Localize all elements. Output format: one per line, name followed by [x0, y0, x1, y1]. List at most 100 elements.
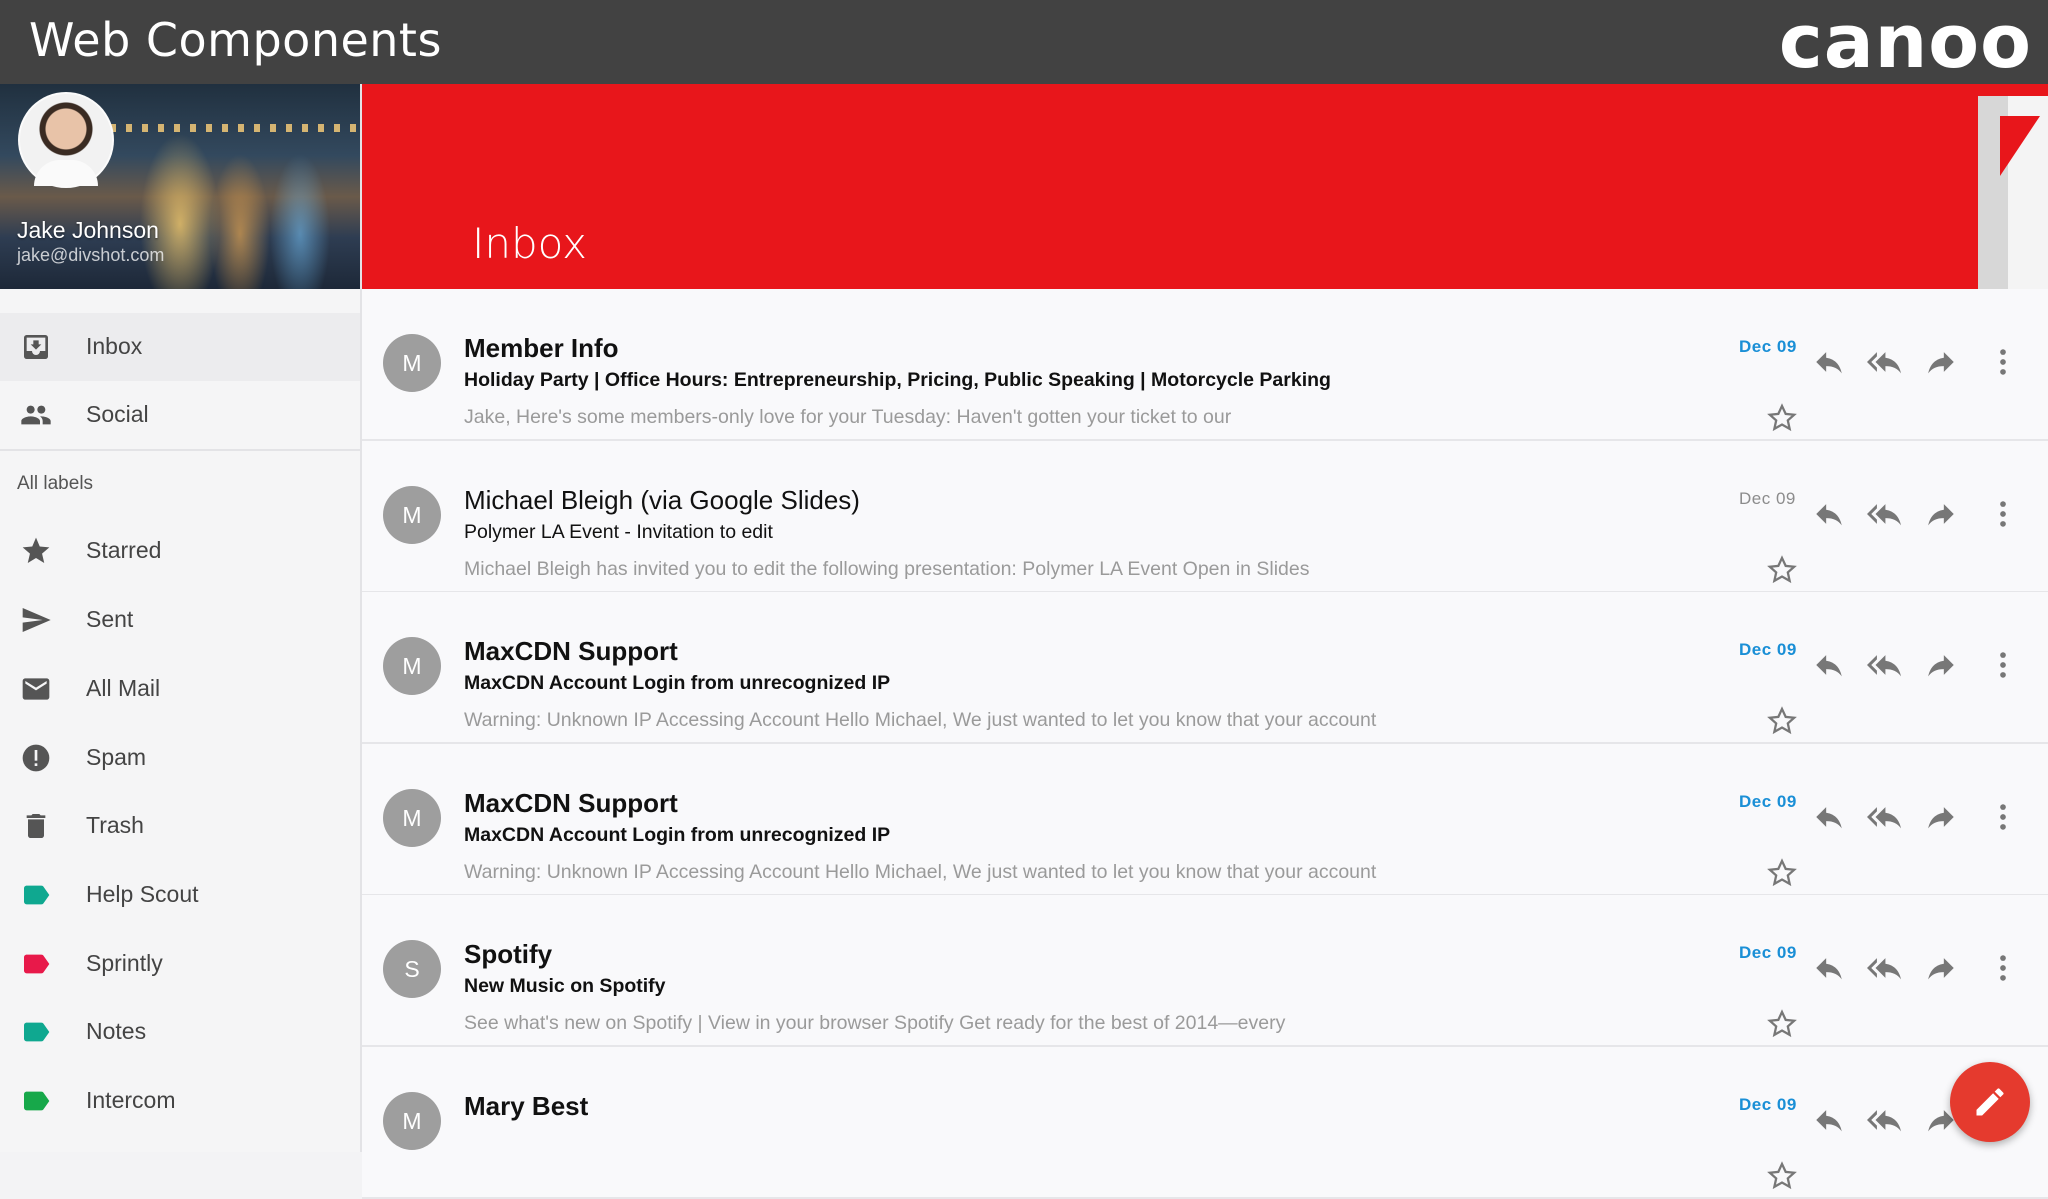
label-icon: [24, 1022, 50, 1042]
sidebar-item-label: Intercom: [86, 1087, 176, 1113]
email-sender: Member Info: [464, 333, 619, 363]
sidebar-item-label: Trash: [86, 812, 144, 838]
email-row[interactable]: M MaxCDN Support MaxCDN Account Login from…: [362, 592, 2048, 744]
email-list: M Member Info Holiday Party | Office Hours…: [362, 289, 2048, 1199]
reply-icon[interactable]: [1812, 497, 1846, 531]
gmail-logo: [1978, 96, 2048, 289]
email-date: Dec 09: [1739, 943, 1797, 962]
star-toggle-icon[interactable]: [1765, 704, 1799, 738]
email-sender: Spotify: [464, 939, 553, 969]
forward-icon[interactable]: [1924, 345, 1958, 379]
label-icon: [24, 885, 50, 905]
reply-icon[interactable]: [1812, 800, 1846, 834]
email-subject: MaxCDN Account Login from unrecognized I…: [464, 672, 891, 694]
sidebar-item-help-scout[interactable]: Help Scout: [0, 861, 360, 929]
star-toggle-icon[interactable]: [1765, 1159, 1799, 1193]
sidebar-item-label: Help Scout: [86, 881, 199, 907]
email-snippet: Michael Bleigh has invited you to edit t…: [464, 557, 1310, 580]
more-vert-icon[interactable]: [1986, 497, 2020, 531]
email-sender: Mary Best: [464, 1090, 589, 1121]
reply-all-icon[interactable]: [1867, 648, 1901, 682]
forward-icon[interactable]: [1924, 497, 1958, 531]
reply-icon[interactable]: [1812, 345, 1846, 379]
email-row[interactable]: M Michael Bleigh (via Google Slides) Polym…: [362, 440, 2048, 593]
email-snippet: See what's new on Spotify | View in your…: [464, 1012, 1286, 1034]
sidebar-item-label: Inbox: [86, 333, 143, 359]
more-vert-icon[interactable]: [1986, 345, 2020, 379]
sender-avatar: M: [383, 334, 441, 392]
forward-icon[interactable]: [1924, 951, 1958, 985]
trash-icon: [26, 814, 46, 838]
email-sender: Michael Bleigh (via Google Slides): [464, 484, 860, 515]
inbox-icon: [24, 335, 48, 359]
reply-all-icon[interactable]: [1867, 497, 1901, 531]
sender-avatar: M: [383, 637, 441, 695]
mail-icon: [22, 678, 50, 700]
sender-avatar: M: [383, 1091, 441, 1150]
sidebar-item-all-mail[interactable]: All Mail: [0, 655, 360, 723]
sidebar-item-starred[interactable]: Starred: [0, 517, 360, 585]
email-date: Dec 09: [1739, 488, 1796, 508]
more-vert-icon[interactable]: [1986, 951, 2020, 985]
email-row[interactable]: M MaxCDN Support MaxCDN Account Login from…: [362, 743, 2048, 896]
sidebar-item-spam[interactable]: Spam: [0, 724, 360, 792]
spam-icon: [22, 744, 50, 772]
sidebar-item-label: Sent: [86, 606, 134, 632]
email-row[interactable]: M Mary Best Dec 09: [362, 1046, 2048, 1199]
reply-all-icon[interactable]: [1867, 1103, 1901, 1137]
sidebar-item-intercom[interactable]: Intercom: [0, 1067, 360, 1135]
sender-avatar: M: [383, 788, 441, 847]
star-toggle-icon[interactable]: [1765, 401, 1799, 435]
email-subject: MaxCDN Account Login from unrecognized I…: [464, 823, 891, 846]
email-subject: Polymer LA Event - Invitation to edit: [464, 520, 773, 543]
canoo-logo: canoo: [1778, 0, 2032, 85]
sidebar-item-notes[interactable]: Notes: [0, 998, 360, 1066]
reply-icon[interactable]: [1812, 648, 1846, 682]
forward-icon[interactable]: [1924, 648, 1958, 682]
email-subject: New Music on Spotify: [464, 975, 666, 997]
star-toggle-icon[interactable]: [1765, 1007, 1799, 1041]
more-vert-icon[interactable]: [1986, 648, 2020, 682]
people-icon: [21, 405, 51, 425]
profile-email: jake@divshot.com: [17, 245, 165, 265]
label-icon: [24, 1091, 50, 1111]
email-date: Dec 09: [1739, 337, 1797, 356]
sidebar-item-label: Spam: [86, 744, 147, 770]
section-label: All labels: [17, 473, 94, 494]
presentation-title: Web Components: [29, 13, 442, 67]
sidebar-item-label: Social: [86, 401, 149, 427]
email-subject: Holiday Party | Office Hours: Entreprene…: [464, 369, 1331, 391]
label-icon: [24, 954, 50, 974]
background-lights: [110, 124, 360, 132]
forward-icon[interactable]: [1924, 800, 1958, 834]
sidebar-item-trash[interactable]: Trash: [0, 792, 360, 860]
email-row[interactable]: S Spotify New Music on Spotify See what's n…: [362, 895, 2048, 1047]
compose-button[interactable]: [1950, 1062, 2030, 1142]
reply-all-icon[interactable]: [1867, 345, 1901, 379]
email-sender: MaxCDN Support: [464, 636, 678, 666]
email-snippet: Jake, Here's some members-only love for …: [464, 406, 1232, 428]
reply-all-icon[interactable]: [1867, 800, 1901, 834]
send-icon: [22, 608, 51, 632]
star-toggle-icon[interactable]: [1765, 856, 1799, 890]
email-row[interactable]: M Member Info Holiday Party | Office Hours…: [362, 289, 2048, 441]
reply-all-icon[interactable]: [1867, 951, 1901, 985]
avatar[interactable]: [18, 92, 114, 188]
email-snippet: Warning: Unknown IP Accessing Account He…: [464, 709, 1377, 731]
star-icon: [22, 537, 50, 563]
sidebar-item-label: Sprintly: [86, 950, 163, 976]
sidebar-item-label: Starred: [86, 537, 162, 563]
sidebar: Jake Johnson jake@divshot.com Inbox Soci…: [0, 84, 362, 1152]
sidebar-item-inbox[interactable]: Inbox: [0, 313, 360, 381]
sender-avatar: M: [383, 485, 441, 544]
profile-name: Jake Johnson: [17, 217, 159, 243]
email-date: Dec 09: [1739, 640, 1797, 659]
star-toggle-icon[interactable]: [1765, 553, 1799, 587]
sidebar-item-social[interactable]: Social: [0, 381, 360, 449]
sidebar-item-sprintly[interactable]: Sprintly: [0, 930, 360, 998]
page-title: Inbox: [472, 219, 587, 268]
reply-icon[interactable]: [1812, 951, 1846, 985]
more-vert-icon[interactable]: [1986, 800, 2020, 834]
reply-icon[interactable]: [1812, 1103, 1846, 1137]
sidebar-item-sent[interactable]: Sent: [0, 586, 360, 654]
